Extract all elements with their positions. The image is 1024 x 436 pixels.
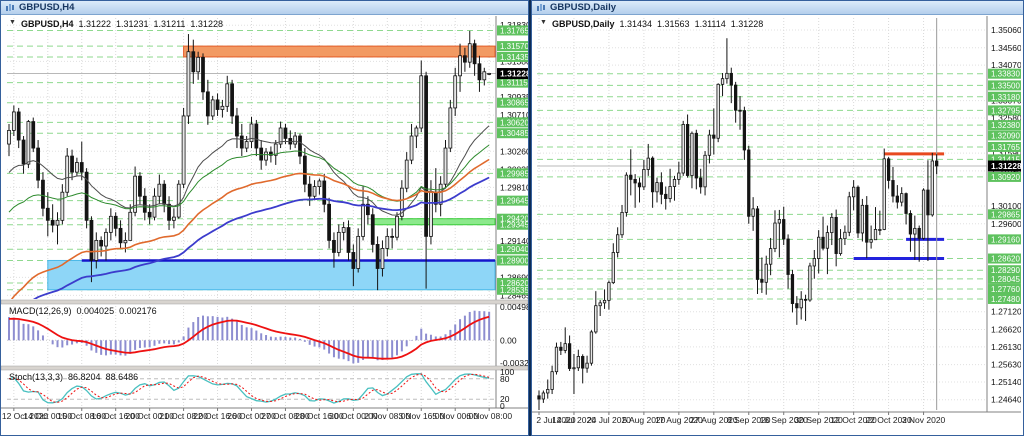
chart-window-daily-titlebar[interactable]: GBPUSD,Daily <box>532 1 1023 15</box>
svg-text:1.32795: 1.32795 <box>991 106 1020 115</box>
svg-text:1.33180: 1.33180 <box>991 93 1020 102</box>
svg-text:1.30485: 1.30485 <box>500 129 528 138</box>
svg-text:1.31228: 1.31228 <box>500 69 528 79</box>
macd-histogram <box>8 310 491 364</box>
svg-text:1.33830: 1.33830 <box>991 70 1020 79</box>
chart-window-daily[interactable]: GBPUSD,Daily 2 Jul 2020 14 Jul 2020 24 Jul… <box>531 0 1024 436</box>
candles <box>7 30 492 291</box>
svg-text:1.27480: 1.27480 <box>991 295 1020 304</box>
svg-text:1.27760: 1.27760 <box>991 285 1020 294</box>
svg-text:0.004989: 0.004989 <box>500 302 528 312</box>
svg-text:1.33500: 1.33500 <box>991 81 1020 90</box>
chart-window-h4[interactable]: GBPUSD,H4 12 Oct 2020 14 Oct 00:00 15 Oct … <box>0 0 529 436</box>
quote-open: 1.31434 <box>619 19 653 29</box>
daily-chart-canvas[interactable]: 2 Jul 202014 Jul 202024 Jul 20205 Aug 20… <box>532 16 1021 436</box>
stoch-indicator-label: Stoch(13,3,3) 86.8204 88.6486 <box>9 372 138 382</box>
svg-text:1.29985: 1.29985 <box>500 169 528 178</box>
quote-symbol: GBPUSD,Daily <box>551 19 615 29</box>
svg-text:1.29810: 1.29810 <box>500 182 528 192</box>
chart-window-icon <box>6 4 14 11</box>
svg-text:1.31765: 1.31765 <box>500 26 528 35</box>
quote-high: 1.31231 <box>116 19 149 29</box>
chart-window-icon <box>537 4 545 11</box>
svg-text:1.31570: 1.31570 <box>500 42 528 51</box>
svg-text:1.24640: 1.24640 <box>991 395 1021 405</box>
chart-window-h4-titlebar[interactable]: GBPUSD,H4 <box>1 1 528 15</box>
svg-text:0.00: 0.00 <box>500 335 517 345</box>
chart-dropdown-icon[interactable]: ▼ <box>540 19 547 29</box>
svg-text:1.30865: 1.30865 <box>500 99 528 108</box>
quote-low: 1.31114 <box>694 19 726 29</box>
svg-text:1.30920: 1.30920 <box>991 173 1020 182</box>
svg-text:1.28620: 1.28620 <box>991 255 1020 264</box>
svg-text:1.29865: 1.29865 <box>991 210 1020 219</box>
daily-quote-header[interactable]: ▼ GBPUSD,Daily 1.31434 1.31563 1.31114 1… <box>540 19 763 29</box>
svg-text:1.28900: 1.28900 <box>500 256 528 265</box>
svg-text:80: 80 <box>500 374 510 384</box>
svg-text:1.35060: 1.35060 <box>991 25 1021 35</box>
svg-text:1.25140: 1.25140 <box>991 377 1021 387</box>
svg-text:1.31115: 1.31115 <box>500 79 528 88</box>
stoch-name: Stoch(13,3,3) <box>9 372 64 382</box>
svg-text:1.26130: 1.26130 <box>991 342 1021 352</box>
stoch-k-value: 86.8204 <box>68 372 101 382</box>
svg-text:1.28290: 1.28290 <box>991 266 1020 275</box>
pane-splitter[interactable] <box>1 299 528 305</box>
quote-symbol: GBPUSD,H4 <box>20 19 74 29</box>
svg-text:0: 0 <box>500 401 505 411</box>
h4-quote-header[interactable]: ▼ GBPUSD,H4 1.31222 1.31231 1.31211 1.31… <box>9 19 223 29</box>
window-title: GBPUSD,Daily <box>550 1 616 13</box>
svg-text:1.30260: 1.30260 <box>500 146 528 156</box>
svg-text:1.29645: 1.29645 <box>500 197 528 206</box>
support-zone-blue[interactable] <box>47 259 496 291</box>
svg-text:1.31765: 1.31765 <box>991 143 1020 152</box>
svg-text:1.28045: 1.28045 <box>991 275 1020 284</box>
quote-open: 1.31222 <box>78 19 111 29</box>
svg-text:1.32090: 1.32090 <box>991 131 1020 140</box>
support-zone-green[interactable] <box>372 218 496 226</box>
chart-dropdown-icon[interactable]: ▼ <box>9 19 16 29</box>
svg-text:1.29160: 1.29160 <box>991 235 1020 244</box>
svg-text:1.29040: 1.29040 <box>500 245 528 254</box>
macd-signal-value: 0.002176 <box>119 306 157 316</box>
svg-text:1.31435: 1.31435 <box>500 53 528 62</box>
svg-text:1.27120: 1.27120 <box>991 307 1021 317</box>
quote-high: 1.31563 <box>657 19 690 29</box>
svg-text:1.34560: 1.34560 <box>991 43 1021 53</box>
svg-text:1.31228: 1.31228 <box>991 161 1021 171</box>
svg-text:1.28535: 1.28535 <box>500 286 528 295</box>
macd-name: MACD(12,26,9) <box>9 306 72 316</box>
quote-close: 1.31228 <box>730 19 764 29</box>
quote-low: 1.31211 <box>153 19 186 29</box>
svg-text:6 Nov 08:00: 6 Nov 08:00 <box>466 411 512 421</box>
svg-text:1.26620: 1.26620 <box>991 324 1021 334</box>
pane-splitter[interactable] <box>1 365 528 371</box>
grid <box>537 18 987 415</box>
macd-indicator-label: MACD(12,26,9) 0.004025 0.002176 <box>9 306 157 316</box>
stoch-d-value: 88.6486 <box>105 372 139 382</box>
quote-close: 1.31228 <box>190 19 223 29</box>
svg-text:1.29345: 1.29345 <box>500 221 528 230</box>
svg-text:1.34070: 1.34070 <box>991 60 1021 70</box>
svg-text:1.29600: 1.29600 <box>991 219 1021 229</box>
mdi-workspace: GBPUSD,H4 12 Oct 2020 14 Oct 00:00 15 Oct … <box>0 0 1024 436</box>
svg-text:3 Nov 2020: 3 Nov 2020 <box>902 415 946 425</box>
svg-text:1.32380: 1.32380 <box>991 121 1020 130</box>
resistance-zone[interactable] <box>183 45 496 58</box>
window-title: GBPUSD,H4 <box>19 1 75 13</box>
macd-main-value: 0.004025 <box>76 306 115 316</box>
svg-text:1.25630: 1.25630 <box>991 360 1021 370</box>
svg-text:1.30620: 1.30620 <box>500 118 528 127</box>
support-resistance-levels <box>537 68 1021 304</box>
